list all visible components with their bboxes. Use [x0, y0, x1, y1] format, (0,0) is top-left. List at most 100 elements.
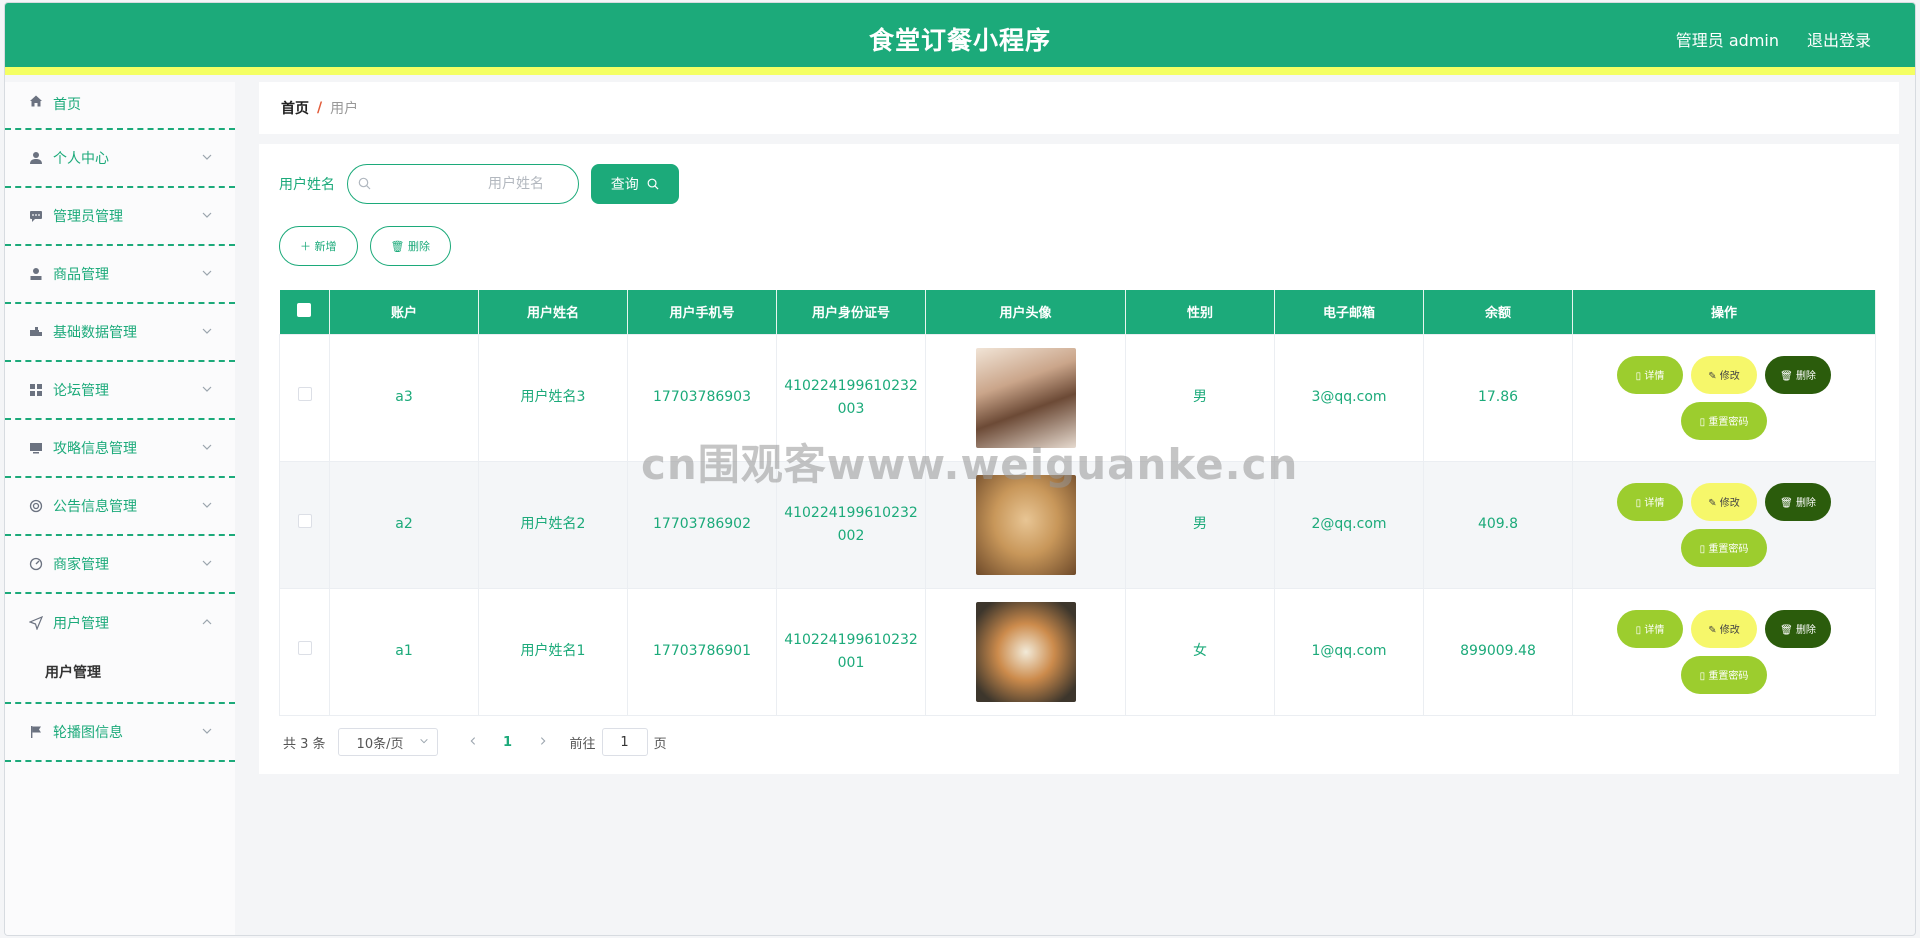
sidebar-item-users[interactable]: 用户管理 — [5, 594, 235, 652]
avatar-image[interactable] — [975, 474, 1076, 575]
pencil-icon: ✎ — [1708, 371, 1720, 382]
monitor-icon — [29, 441, 43, 455]
lifebuoy-icon — [29, 499, 43, 513]
delete-button[interactable]: 🗑 删除 — [1765, 355, 1831, 394]
sidebar-item-forum[interactable]: 论坛管理 — [5, 362, 235, 420]
cell-phone: 17703786902 — [627, 460, 777, 589]
plus-icon: ＋ — [300, 240, 315, 253]
breadcrumb-separator: / — [317, 100, 323, 116]
detail-button[interactable]: ▯ 详情 — [1617, 609, 1683, 648]
page-size-select[interactable]: 10条/页 — [337, 728, 438, 756]
pagination: 共 3 条 10条/页 1 前往 页 — [283, 728, 667, 756]
pagination-total: 共 3 条 — [283, 736, 326, 752]
avatar-image[interactable] — [975, 601, 1076, 702]
id-line-2: 002 — [837, 527, 865, 544]
page-number[interactable]: 1 — [488, 735, 528, 750]
next-page-button[interactable] — [528, 735, 558, 750]
cell-operations: ▯ 详情 ✎ 修改 🗑 删除 ▯ 重置密码 — [1572, 333, 1876, 462]
pencil-icon: ✎ — [1708, 498, 1720, 509]
sidebar-subitem-user-manage[interactable]: 用户管理 — [5, 652, 235, 682]
id-line-1: 410224199610232 — [784, 377, 918, 394]
column-header[interactable]: 余额 — [1423, 290, 1573, 334]
edit-button[interactable]: ✎ 修改 — [1691, 482, 1757, 521]
cell-gender: 男 — [1125, 333, 1275, 462]
reset-password-button[interactable]: ▯ 重置密码 — [1681, 655, 1767, 694]
breadcrumb-home[interactable]: 首页 — [281, 98, 309, 118]
row-select-cell — [279, 333, 330, 462]
page-size-value: 10条/页 — [356, 736, 404, 752]
avatar-image[interactable] — [975, 347, 1076, 448]
select-all-cell — [279, 290, 330, 334]
batch-delete-button[interactable]: 🗑 删除 — [369, 226, 451, 266]
id-line-2: 001 — [837, 654, 865, 671]
sidebar-item-home[interactable]: 首页 — [5, 82, 235, 130]
cell-account: a1 — [329, 587, 479, 716]
column-header[interactable]: 用户头像 — [925, 290, 1126, 334]
search-label: 用户姓名 — [279, 177, 335, 193]
column-header[interactable]: 用户姓名 — [478, 290, 628, 334]
sidebar-item-merchant[interactable]: 商家管理 — [5, 536, 235, 594]
chevron-down-icon — [201, 325, 215, 339]
sidebar-item-label: 商家管理 — [53, 557, 109, 573]
query-button[interactable]: 查询 — [591, 164, 679, 204]
sidebar-item-carousel[interactable]: 轮播图信息 — [5, 704, 235, 762]
sidebar-item-guide[interactable]: 攻略信息管理 — [5, 420, 235, 478]
reset-label: 重置密码 — [1708, 671, 1749, 682]
sidebar-item-label: 攻略信息管理 — [53, 441, 137, 457]
cell-email: 3@qq.com — [1274, 333, 1424, 462]
detail-button[interactable]: ▯ 详情 — [1617, 355, 1683, 394]
column-header[interactable]: 账户 — [329, 290, 479, 334]
cell-id-number: 410224199610232 003 — [776, 333, 926, 462]
cell-balance: 17.86 — [1423, 333, 1573, 462]
detail-label: 详情 — [1644, 625, 1665, 636]
column-header[interactable]: 电子邮箱 — [1274, 290, 1424, 334]
select-all-checkbox[interactable] — [297, 302, 312, 317]
row-checkbox[interactable] — [297, 641, 312, 655]
reset-password-button[interactable]: ▯ 重置密码 — [1681, 528, 1767, 567]
column-header: 操作 — [1572, 290, 1876, 334]
logout-link[interactable]: 退出登录 — [1807, 27, 1871, 51]
sidebar-item-profile[interactable]: 个人中心 — [5, 130, 235, 188]
detail-button[interactable]: ▯ 详情 — [1617, 482, 1683, 521]
sidebar-item-goods[interactable]: 商品管理 — [5, 246, 235, 304]
prev-page-button[interactable] — [458, 735, 488, 750]
add-button[interactable]: ＋ 新增 — [279, 226, 358, 266]
edit-label: 修改 — [1719, 498, 1740, 509]
sidebar-item-admin[interactable]: 管理员管理 — [5, 188, 235, 246]
cell-operations: ▯ 详情 ✎ 修改 🗑 删除 ▯ 重置密码 — [1572, 460, 1876, 589]
chevron-down-icon — [201, 441, 215, 455]
row-checkbox[interactable] — [297, 387, 312, 401]
cell-phone: 17703786903 — [627, 333, 777, 462]
delete-button[interactable]: 🗑 删除 — [1765, 482, 1831, 521]
column-header[interactable]: 性别 — [1125, 290, 1275, 334]
sidebar-item-notice[interactable]: 公告信息管理 — [5, 478, 235, 536]
edit-button[interactable]: ✎ 修改 — [1691, 355, 1757, 394]
sidebar-item-label: 商品管理 — [53, 267, 109, 283]
reset-password-button[interactable]: ▯ 重置密码 — [1681, 401, 1767, 440]
action-buttons: ＋ 新增 🗑 删除 — [279, 226, 463, 266]
cell-name: 用户姓名1 — [478, 587, 628, 716]
trash-icon: 🗑 — [1780, 371, 1796, 382]
sidebar-item-label: 个人中心 — [53, 151, 109, 167]
cell-avatar — [925, 333, 1126, 462]
cell-account: a2 — [329, 460, 479, 589]
grid-icon — [29, 383, 43, 397]
edit-button[interactable]: ✎ 修改 — [1691, 609, 1757, 648]
sidebar-item-basic-data[interactable]: 基础数据管理 — [5, 304, 235, 362]
main-panel: 用户姓名 查询 ＋ 新增 🗑 删除 — [259, 144, 1899, 774]
breadcrumb: 首页 / 用户 — [259, 82, 1899, 134]
current-user: 管理员 admin — [1675, 31, 1779, 50]
cell-avatar — [925, 587, 1126, 716]
goto-page-input[interactable] — [601, 728, 648, 756]
row-checkbox[interactable] — [297, 514, 312, 528]
detail-label: 详情 — [1644, 371, 1665, 382]
cell-balance: 899009.48 — [1423, 587, 1573, 716]
id-line-2: 003 — [837, 400, 865, 417]
search-input[interactable] — [348, 165, 578, 203]
delete-button[interactable]: 🗑 删除 — [1765, 609, 1831, 648]
chevron-down-icon — [201, 267, 215, 281]
column-header[interactable]: 用户手机号 — [627, 290, 777, 334]
column-header[interactable]: 用户身份证号 — [776, 290, 926, 334]
person-icon — [29, 267, 43, 281]
cell-gender: 男 — [1125, 460, 1275, 589]
